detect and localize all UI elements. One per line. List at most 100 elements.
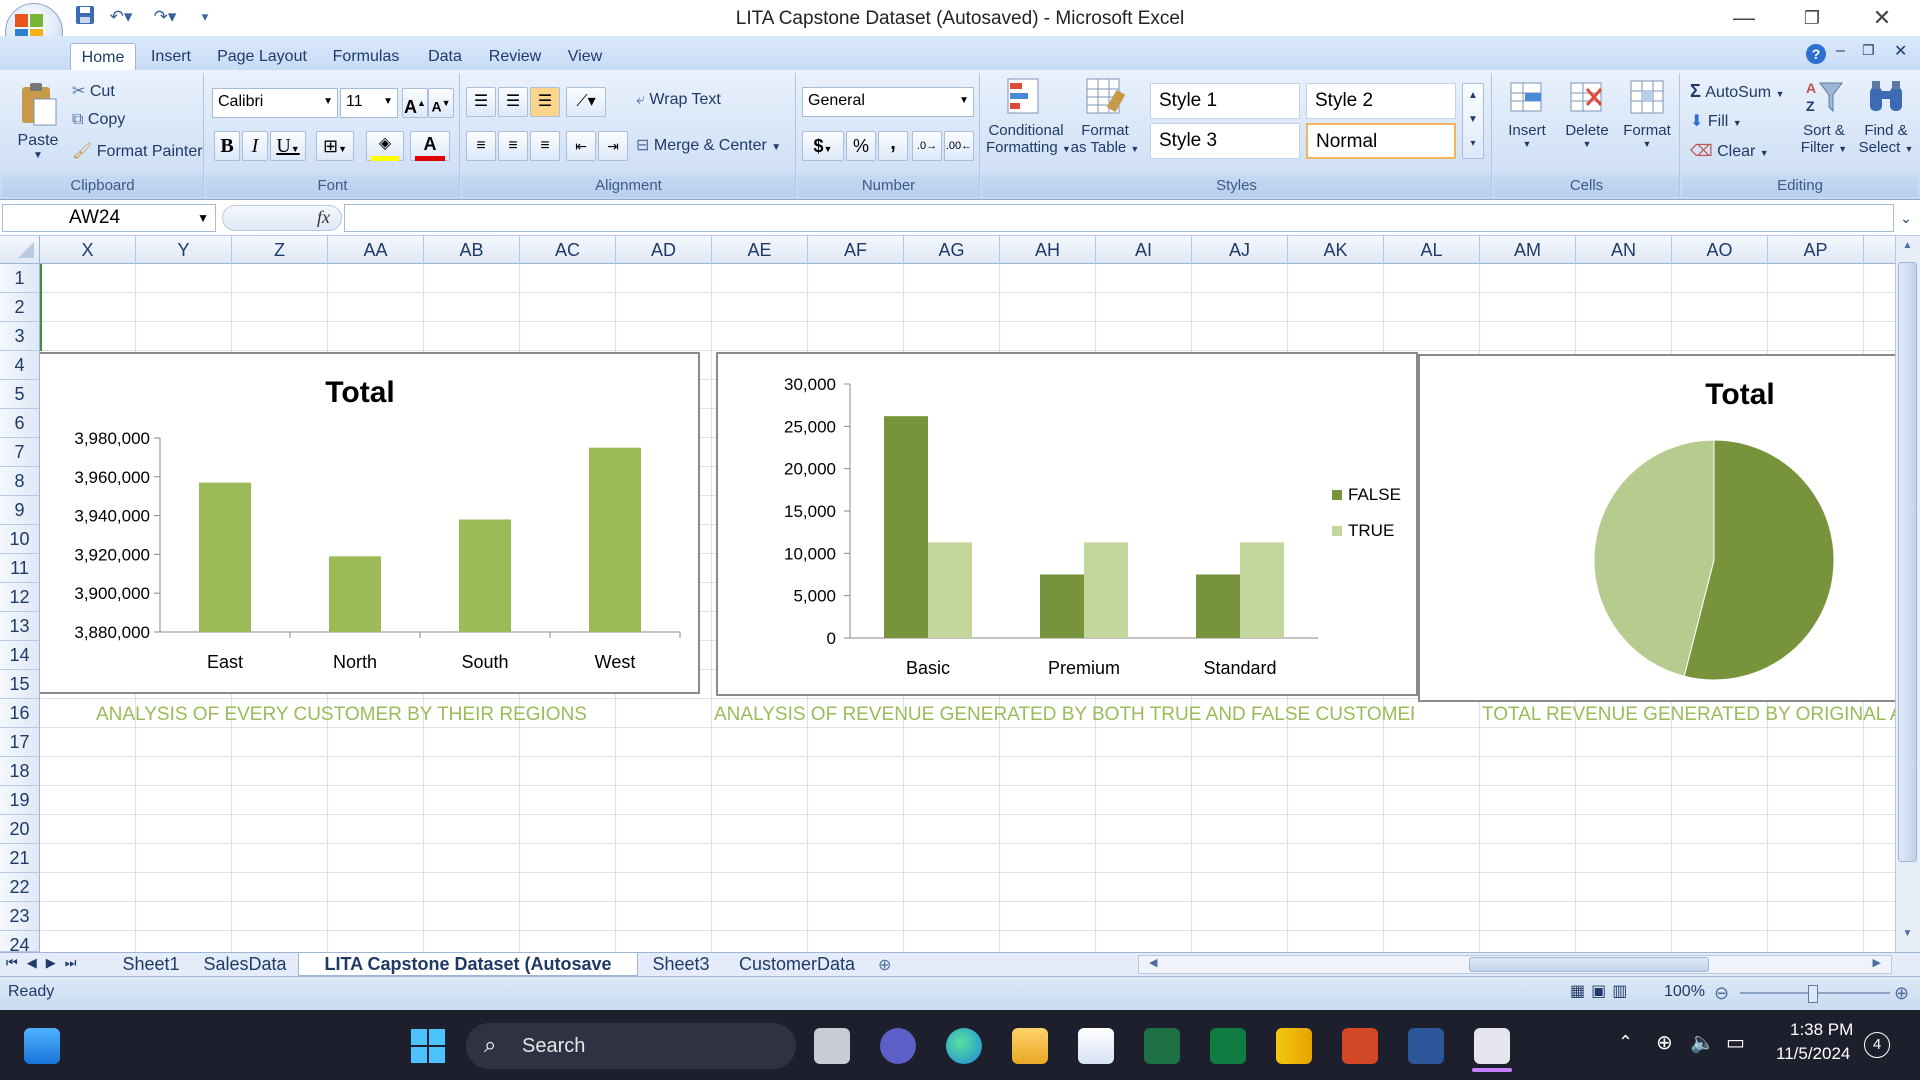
cut-button[interactable]: ✂ Cut bbox=[72, 81, 115, 101]
column-header[interactable]: AB bbox=[424, 236, 520, 264]
column-header[interactable]: AP bbox=[1768, 236, 1864, 264]
row-header[interactable]: 21 bbox=[0, 844, 40, 873]
grow-font-icon[interactable]: A▲ bbox=[402, 88, 428, 118]
shrink-font-icon[interactable]: A▼ bbox=[428, 88, 454, 118]
power-bi-icon[interactable] bbox=[1276, 1028, 1312, 1064]
row-header[interactable]: 3 bbox=[0, 322, 40, 351]
find-select-button[interactable]: Find & Select ▼ bbox=[1856, 77, 1916, 173]
increase-decimal-icon[interactable]: .0→ bbox=[912, 131, 942, 161]
percent-button[interactable]: % bbox=[846, 131, 876, 161]
delete-cells-button[interactable]: Delete ▼ bbox=[1558, 77, 1616, 173]
row-header[interactable]: 5 bbox=[0, 380, 40, 409]
normal-style-swatch[interactable]: Normal bbox=[1306, 123, 1456, 159]
file-explorer-icon[interactable] bbox=[1012, 1028, 1048, 1064]
undo-icon[interactable]: ↶▾ bbox=[102, 5, 140, 29]
row-header[interactable]: 22 bbox=[0, 873, 40, 902]
row-header[interactable]: 23 bbox=[0, 902, 40, 931]
tab-insert[interactable]: Insert bbox=[142, 43, 200, 70]
sheet-tab-customerdata[interactable]: CustomerData bbox=[724, 953, 870, 976]
ribbon-restore-icon[interactable]: ❐ bbox=[1862, 42, 1875, 59]
chart-revenue-true-false[interactable]: 0 5,000 10,000 15,000 20,000 25,000 30,000 Basi… bbox=[716, 352, 1418, 696]
paste-dropdown-icon[interactable]: ▼ bbox=[10, 150, 66, 161]
column-header[interactable]: Z bbox=[232, 236, 328, 264]
customize-qat-icon[interactable]: ▾ bbox=[196, 5, 214, 29]
sheet-tab-sheet3[interactable]: Sheet3 bbox=[640, 953, 722, 976]
format-as-table-button[interactable]: Format as Table ▼ bbox=[1070, 77, 1140, 175]
row-header[interactable]: 16 bbox=[0, 699, 40, 728]
align-left-icon[interactable]: ≡ bbox=[466, 131, 496, 161]
row-header[interactable]: 4 bbox=[0, 351, 40, 380]
row-header[interactable]: 2 bbox=[0, 293, 40, 322]
fill-button[interactable]: ⬇ Fill ▼ bbox=[1690, 111, 1742, 131]
column-header[interactable]: AG bbox=[904, 236, 1000, 264]
close-icon[interactable]: ✕ bbox=[1862, 4, 1902, 32]
tab-review[interactable]: Review bbox=[482, 43, 548, 70]
column-header[interactable]: AK bbox=[1288, 236, 1384, 264]
row-header[interactable]: 15 bbox=[0, 670, 40, 699]
vertical-scroll-thumb[interactable] bbox=[1898, 262, 1917, 862]
zoom-out-icon[interactable]: ⊖ bbox=[1714, 983, 1729, 1004]
tray-chevron-icon[interactable]: ⌃ bbox=[1618, 1032, 1633, 1053]
sheet-nav-icons[interactable]: ⏮◀▶⏭ bbox=[6, 955, 85, 971]
scroll-down-icon[interactable]: ▼ bbox=[1898, 928, 1917, 946]
horizontal-scroll-thumb[interactable] bbox=[1469, 957, 1709, 972]
volume-icon[interactable]: 🔈 bbox=[1690, 1030, 1715, 1055]
underline-icon[interactable]: U▼ bbox=[270, 131, 306, 161]
row-header[interactable]: 20 bbox=[0, 815, 40, 844]
scroll-left-icon[interactable]: ◀ bbox=[1149, 956, 1157, 969]
styles-gallery-scroll[interactable]: ▲ ▼ ▾ bbox=[1462, 83, 1484, 159]
fill-color-icon[interactable]: ◈ bbox=[366, 131, 404, 161]
select-all-corner[interactable] bbox=[0, 236, 40, 264]
name-box[interactable]: AW24 ▼ bbox=[2, 204, 216, 232]
excel-app-icon[interactable] bbox=[1144, 1028, 1180, 1064]
tab-data[interactable]: Data bbox=[418, 43, 472, 70]
column-header[interactable]: AM bbox=[1480, 236, 1576, 264]
autosum-button[interactable]: Σ AutoSum ▼ bbox=[1690, 81, 1784, 102]
chart-region-totals[interactable]: Total 3,880,000 3,900,000 3,920,000 3,940,00… bbox=[38, 352, 700, 694]
task-view-icon[interactable] bbox=[814, 1028, 850, 1064]
notification-badge[interactable]: 4 bbox=[1864, 1032, 1890, 1058]
column-header[interactable]: AI bbox=[1096, 236, 1192, 264]
row-header[interactable]: 13 bbox=[0, 612, 40, 641]
orientation-icon[interactable]: ⟋▾ bbox=[566, 87, 606, 117]
row-header[interactable]: 12 bbox=[0, 583, 40, 612]
column-header[interactable]: AD bbox=[616, 236, 712, 264]
format-cells-button[interactable]: Format ▼ bbox=[1618, 77, 1676, 173]
merge-center-button[interactable]: ⊟ Merge & Center ▼ bbox=[636, 135, 781, 155]
row-header[interactable]: 7 bbox=[0, 438, 40, 467]
row-header[interactable]: 9 bbox=[0, 496, 40, 525]
edge-icon[interactable] bbox=[946, 1028, 982, 1064]
column-header[interactable]: AJ bbox=[1192, 236, 1288, 264]
word-icon[interactable] bbox=[1408, 1028, 1444, 1064]
start-icon[interactable] bbox=[410, 1028, 446, 1064]
align-right-icon[interactable]: ≡ bbox=[530, 131, 560, 161]
column-header[interactable]: AH bbox=[1000, 236, 1096, 264]
zoom-slider-thumb[interactable] bbox=[1808, 985, 1818, 1003]
taskbar-search[interactable]: ⌕ Search bbox=[466, 1023, 796, 1069]
chart-total-pie[interactable]: Total bbox=[1418, 354, 1896, 702]
language-icon[interactable]: ⊕ bbox=[1656, 1030, 1673, 1055]
middle-align-icon[interactable]: ☰ bbox=[498, 87, 528, 117]
scroll-up-icon[interactable]: ▲ bbox=[1898, 240, 1917, 258]
teams-chat-icon[interactable] bbox=[880, 1028, 916, 1064]
conditional-formatting-button[interactable]: Conditional Formatting ▼ bbox=[986, 77, 1071, 175]
clear-button[interactable]: ⌫ Clear ▼ bbox=[1690, 141, 1769, 161]
clock-date[interactable]: 11/5/2024 bbox=[1776, 1044, 1850, 1064]
insert-sheet-icon[interactable]: ⊕ bbox=[878, 955, 891, 975]
horizontal-scrollbar[interactable]: ◀ ▶ bbox=[1138, 955, 1892, 974]
decrease-indent-icon[interactable]: ⇤ bbox=[566, 131, 596, 161]
bold-icon[interactable]: B bbox=[214, 131, 240, 161]
wrap-text-button[interactable]: ⤶ Wrap Text bbox=[636, 91, 721, 109]
column-header[interactable]: AL bbox=[1384, 236, 1480, 264]
column-header[interactable]: AC bbox=[520, 236, 616, 264]
tab-formulas[interactable]: Formulas bbox=[324, 43, 408, 70]
clock-time[interactable]: 1:38 PM bbox=[1790, 1020, 1853, 1040]
save-icon[interactable] bbox=[72, 5, 98, 29]
italic-icon[interactable]: I bbox=[242, 131, 268, 161]
sheet-tab-lita-capstone[interactable]: LITA Capstone Dataset (Autosave bbox=[298, 953, 638, 976]
number-format-select[interactable]: General ▼ bbox=[802, 87, 974, 117]
expand-formula-bar-icon[interactable]: ⌄ bbox=[1896, 205, 1916, 231]
row-header[interactable]: 14 bbox=[0, 641, 40, 670]
comma-button[interactable]: , bbox=[878, 131, 908, 161]
help-icon[interactable]: ? bbox=[1806, 44, 1826, 64]
